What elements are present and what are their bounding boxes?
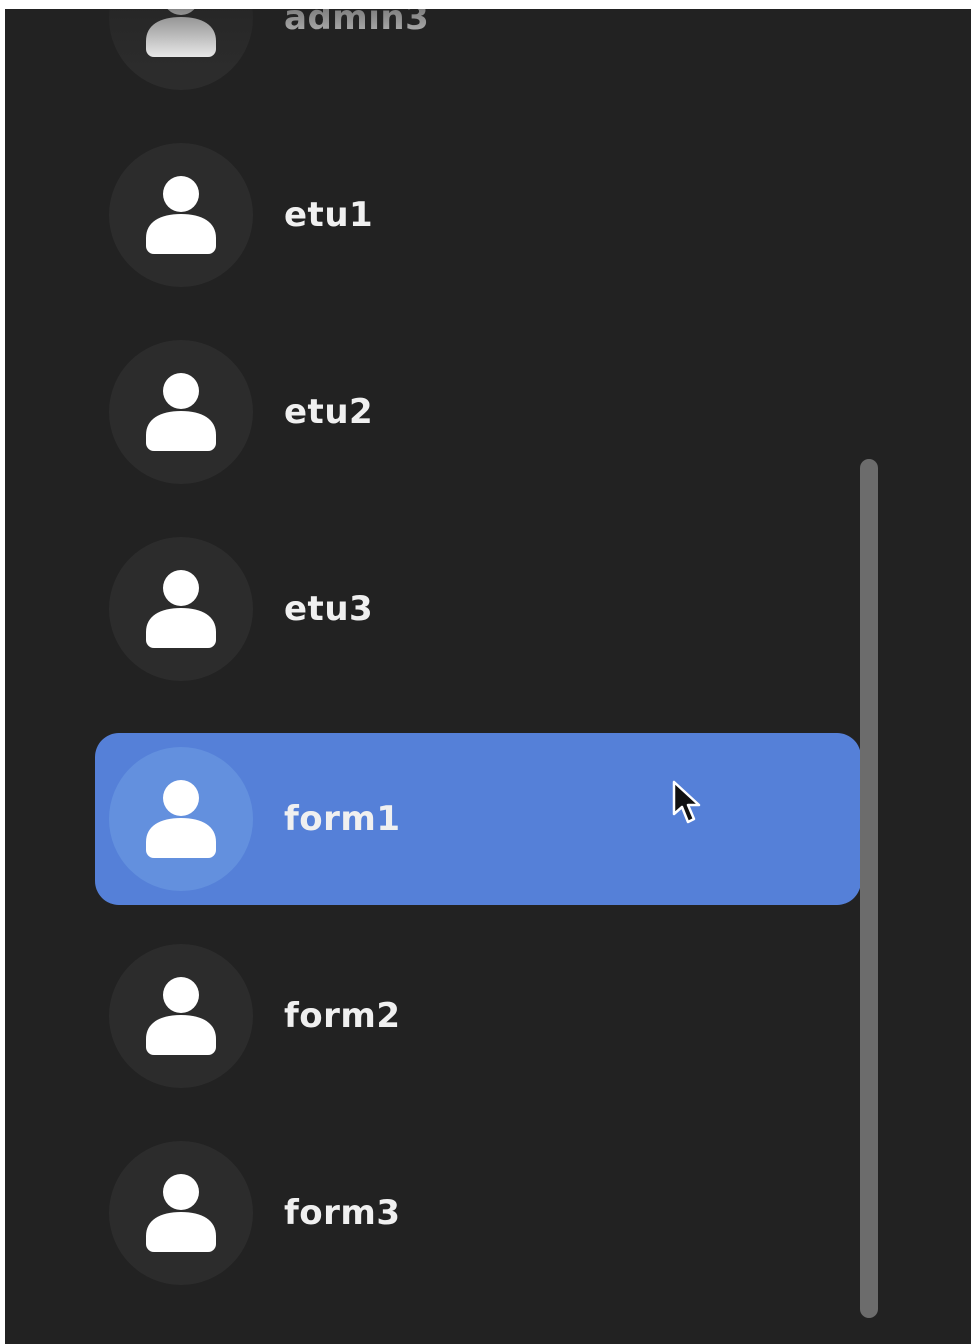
user-row-admin3[interactable]: admin3 (95, 9, 861, 104)
person-icon (146, 780, 216, 858)
user-avatar (109, 143, 253, 287)
user-avatar (109, 747, 253, 891)
person-icon (146, 570, 216, 648)
person-icon (146, 9, 216, 57)
person-icon (146, 1174, 216, 1252)
user-name-label: form1 (284, 799, 401, 839)
person-icon (146, 977, 216, 1055)
user-row-etu1[interactable]: etu1 (95, 129, 861, 301)
person-icon (146, 373, 216, 451)
user-name-label: form2 (284, 996, 401, 1036)
user-name-label: etu1 (284, 195, 374, 235)
user-avatar (109, 1141, 253, 1285)
user-name-label: form3 (284, 1193, 401, 1233)
user-name-label: etu3 (284, 589, 374, 629)
user-row-etu3[interactable]: etu3 (95, 523, 861, 695)
user-avatar (109, 944, 253, 1088)
user-row-form2[interactable]: form2 (95, 930, 861, 1102)
user-row-form1[interactable]: form1 (95, 733, 861, 905)
user-name-label: admin3 (284, 9, 430, 38)
scrollbar[interactable] (860, 459, 878, 1318)
user-list-panel: admin3 etu1 etu2 etu3 form1 form2 form3 (5, 9, 971, 1344)
person-icon (146, 176, 216, 254)
user-row-form3[interactable]: form3 (95, 1127, 861, 1299)
user-name-label: etu2 (284, 392, 374, 432)
user-row-etu2[interactable]: etu2 (95, 326, 861, 498)
user-avatar (109, 340, 253, 484)
user-avatar (109, 9, 253, 90)
user-avatar (109, 537, 253, 681)
